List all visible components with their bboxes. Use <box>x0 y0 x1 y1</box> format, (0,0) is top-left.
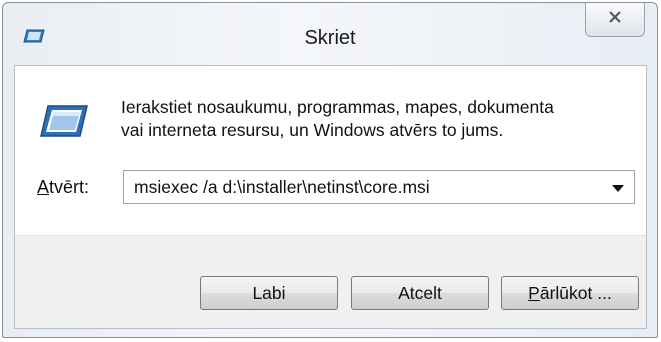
browse-button-text: ārlūkot ... <box>539 282 612 303</box>
title-bar[interactable]: Skriet <box>3 3 657 65</box>
close-icon <box>608 10 622 29</box>
chevron-down-icon[interactable] <box>612 185 624 192</box>
run-program-icon <box>39 104 89 138</box>
instructions-text: Ierakstiet nosaukumu, programmas, mapes,… <box>121 96 621 142</box>
dialog-content: Ierakstiet nosaukumu, programmas, mapes,… <box>14 65 647 329</box>
close-button[interactable] <box>585 3 645 37</box>
run-dialog-window: Skriet Ierakstiet nosaukumu, programmas,… <box>2 2 658 338</box>
instructions-line-1: Ierakstiet nosaukumu, programmas, mapes,… <box>121 97 554 117</box>
open-input-value[interactable]: msiexec /a d:\installer\netinst\core.msi <box>134 177 430 198</box>
browse-button-accelerator: P <box>528 282 540 303</box>
ok-button[interactable]: Labi <box>200 276 338 310</box>
open-combobox[interactable]: msiexec /a d:\installer\netinst\core.msi <box>123 170 635 204</box>
instructions-line-2: vai interneta resursu, un Windows atvērs… <box>121 120 504 140</box>
browse-button[interactable]: Pārlūkot ... <box>501 276 639 310</box>
cancel-button[interactable]: Atcelt <box>351 276 489 310</box>
open-label: Atvērt: <box>37 177 89 198</box>
window-title: Skriet <box>304 27 356 49</box>
open-label-text: tvērt: <box>49 177 90 197</box>
open-label-accelerator: A <box>37 177 50 197</box>
